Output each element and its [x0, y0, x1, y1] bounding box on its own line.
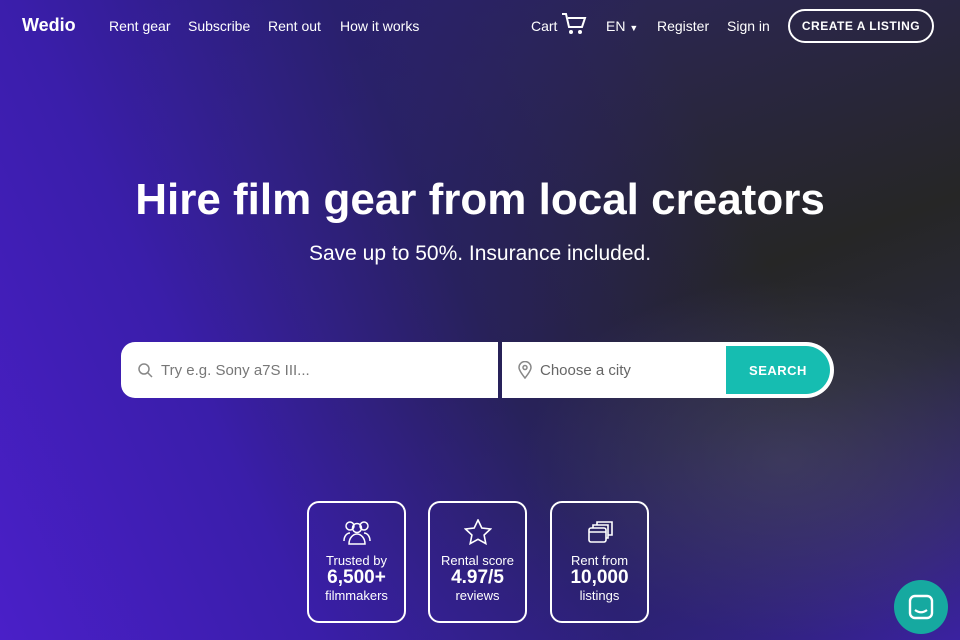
stat-card-rating: Rental score 4.97/5 reviews: [428, 501, 527, 623]
city-input[interactable]: Choose a city SEARCH: [502, 342, 834, 398]
stat-top: Rental score: [441, 553, 514, 568]
logo[interactable]: Wedio: [22, 15, 76, 36]
stat-top: Trusted by: [326, 553, 387, 568]
nav-how-it-works[interactable]: How it works: [340, 18, 419, 34]
nav-register[interactable]: Register: [657, 18, 709, 34]
stat-value: 4.97/5: [451, 567, 504, 588]
stat-top: Rent from: [570, 553, 629, 568]
search-placeholder: Try e.g. Sony a7S III...: [161, 361, 310, 379]
chat-icon: [908, 594, 934, 620]
nav-rent-out[interactable]: Rent out: [268, 18, 321, 34]
top-nav: Wedio Rent gear Subscribe Rent out How i…: [0, 0, 960, 54]
stat-value: 6,500+: [327, 567, 386, 588]
chat-button[interactable]: [894, 580, 948, 634]
stat-bottom: reviews: [455, 588, 500, 603]
nav-cart[interactable]: Cart: [531, 13, 587, 34]
stat-bottom: listings: [579, 588, 620, 603]
nav-sign-in[interactable]: Sign in: [727, 18, 770, 34]
language-selector[interactable]: EN ▼: [606, 18, 638, 34]
hero-title: Hire film gear from local creators: [135, 175, 825, 224]
stat-card-trusted: Trusted by 6,500+ filmmakers: [307, 501, 406, 623]
location-pin-icon: [518, 361, 532, 379]
hero-subtitle: Save up to 50%. Insurance included.: [308, 242, 652, 265]
stat-value: 10,000: [570, 567, 629, 588]
stat-card-listings: Rent from 10,000 listings: [550, 501, 649, 623]
language-label: EN: [606, 18, 626, 34]
users-group-icon: [342, 521, 371, 545]
stat-bottom: filmmakers: [325, 588, 388, 603]
caret-down-icon: ▼: [629, 23, 639, 33]
cart-icon: [562, 13, 587, 34]
search-button[interactable]: SEARCH: [726, 346, 830, 394]
star-icon: [463, 519, 492, 545]
city-placeholder: Choose a city: [540, 361, 631, 379]
nav-rent-gear[interactable]: Rent gear: [109, 18, 170, 34]
nav-subscribe[interactable]: Subscribe: [188, 18, 250, 34]
gear-search-input[interactable]: Try e.g. Sony a7S III...: [121, 342, 498, 398]
search-icon: [138, 363, 153, 378]
cart-label: Cart: [531, 18, 558, 34]
create-listing-button[interactable]: CREATE A LISTING: [788, 9, 934, 43]
stacked-cards-icon: [587, 521, 613, 543]
